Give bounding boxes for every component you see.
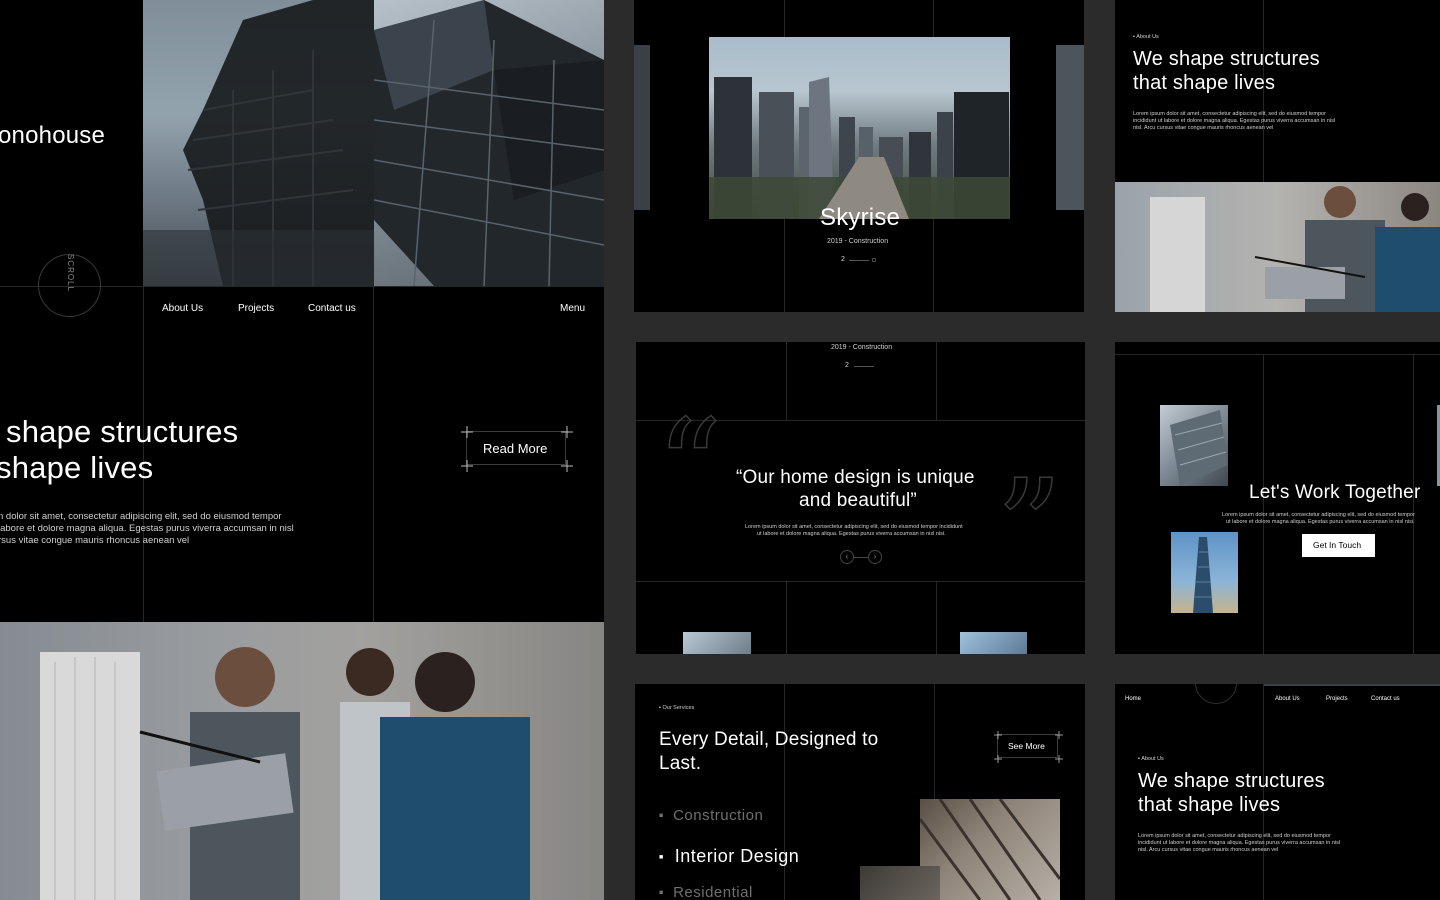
home-body-line1: Lorem ipsum dolor sit amet, consectetur … — [1138, 833, 1331, 839]
quote-line2: and beautiful” — [799, 490, 917, 511]
quote-body-line1: Lorem ipsum dolor sit amet, consectetur … — [745, 524, 963, 530]
about-title-line2: that shape lives — [1133, 72, 1276, 94]
quote-thumb-right — [960, 632, 1027, 654]
nav-contact-us[interactable]: Contact us — [308, 303, 356, 314]
contact-body-line2: ut labore et dolore magna aliqua. Egesta… — [1226, 519, 1415, 525]
hero-headline-line2: shape lives — [0, 450, 154, 485]
brand-name[interactable]: onohouse — [0, 122, 105, 150]
quote-line1: “Our home design is unique — [736, 467, 975, 488]
read-more-button[interactable]: Read More — [461, 426, 573, 472]
hero-glass-facade-image — [374, 0, 604, 286]
get-in-touch-button[interactable]: Get In Touch — [1302, 534, 1375, 557]
contact-card: Let's Work Together Lorem ipsum dolor si… — [1115, 342, 1440, 654]
main-preview: onohouse SCROLL About Us Projects Contac… — [0, 0, 604, 900]
read-more-label: Read More — [483, 441, 548, 456]
service-item-interior-design[interactable]: ■ Interior Design — [659, 846, 799, 867]
prev-arrow-icon[interactable]: ‹ — [840, 550, 854, 564]
about-eyebrow: ▪ About Us — [1133, 34, 1159, 40]
home-nav-projects[interactable]: Projects — [1326, 696, 1348, 702]
quote-card: 2019 - Construction 2 “ ” “Our home desi… — [636, 342, 1085, 654]
home-title-line1: We shape structures — [1138, 770, 1325, 792]
side-image-right — [1056, 45, 1084, 210]
home-scroll-indicator[interactable] — [1195, 684, 1237, 704]
nav-about-us[interactable]: About Us — [162, 303, 203, 314]
project-title: Skyrise — [820, 204, 901, 231]
about-team-photo — [1115, 182, 1440, 312]
services-eyebrow: ▪ Our Services — [659, 705, 695, 711]
services-title-line2: Last. — [659, 753, 702, 774]
service-item-residential[interactable]: ■ Residential — [659, 884, 753, 900]
services-card: ▪ Our Services Every Detail, Designed to… — [635, 684, 1085, 900]
hero-body-line3: rsus vitae congue mauris rhoncus aenean … — [0, 535, 190, 546]
open-quote-icon: “ — [655, 391, 723, 543]
scroll-label: SCROLL — [66, 254, 75, 293]
services-title-line1: Every Detail, Designed to — [659, 729, 879, 750]
hero-building-image — [143, 0, 374, 286]
slide-index: 2 — [841, 256, 845, 263]
nav-projects[interactable]: Projects — [238, 303, 274, 314]
home-nav-home[interactable]: Home — [1125, 696, 1141, 702]
next-arrow-icon[interactable]: › — [868, 550, 882, 564]
city-skyline-photo[interactable] — [709, 37, 1010, 219]
service-item-construction[interactable]: ■ Construction — [659, 807, 763, 824]
services-detail-image — [860, 866, 940, 900]
about-title-line1: We shape structures — [1133, 48, 1320, 70]
about-body-line1: Lorem ipsum dolor sit amet, consectetur … — [1133, 111, 1326, 117]
quote-thumb-left — [683, 632, 751, 654]
home-body-line2: incididunt ut labore et dolore magna ali… — [1138, 840, 1341, 846]
quote-top-index: 2 — [845, 362, 849, 369]
quote-top-subtitle: 2019 - Construction — [831, 344, 893, 351]
contact-building-image — [1160, 405, 1228, 486]
about-body-line3: nisl. Arcu cursus vitae congue mauris rh… — [1133, 125, 1274, 131]
contact-body-line1: Lorem ipsum dolor sit amet, consectetur … — [1222, 512, 1415, 518]
see-more-label: See More — [1008, 741, 1045, 751]
home-nav-about-us[interactable]: About Us — [1275, 696, 1300, 702]
team-meeting-photo — [0, 622, 604, 900]
hero-headline-line1: shape structures — [6, 414, 239, 449]
slide-progress[interactable] — [849, 260, 869, 261]
side-image-left — [634, 45, 650, 210]
about-card: ▪ About Us We shape structures that shap… — [1115, 0, 1440, 312]
home-body-line3: nisl. Arcu cursus vitae congue mauris rh… — [1138, 847, 1279, 853]
services-interior-image — [920, 799, 1060, 900]
home-card: Home About Us Projects Contact us ▪ Abou… — [1115, 684, 1440, 900]
contact-title: Let's Work Together — [1249, 482, 1421, 503]
skyrise-card: Skyrise 2019 - Construction 2 — [634, 0, 1084, 312]
about-body-line2: incididunt ut labore et dolore magna ali… — [1133, 118, 1336, 124]
home-title-line2: that shape lives — [1138, 794, 1281, 816]
contact-tower-image — [1171, 532, 1238, 613]
see-more-button[interactable]: See More — [994, 731, 1063, 763]
close-quote-icon: ” — [995, 451, 1063, 603]
hero-body-line2: labore et dolore magna aliqua. Egestas p… — [0, 523, 294, 534]
hero-body-line1: n dolor sit amet, consectetur adipiscing… — [0, 511, 282, 522]
menu-button[interactable]: Menu — [560, 303, 585, 314]
project-subtitle: 2019 - Construction — [827, 238, 889, 245]
quote-body-line2: ut labore et dolore magna aliqua. Egesta… — [757, 531, 946, 537]
get-in-touch-label: Get In Touch — [1313, 540, 1362, 550]
home-eyebrow: ▪ About Us — [1138, 756, 1164, 762]
home-nav-contact-us[interactable]: Contact us — [1371, 696, 1400, 702]
